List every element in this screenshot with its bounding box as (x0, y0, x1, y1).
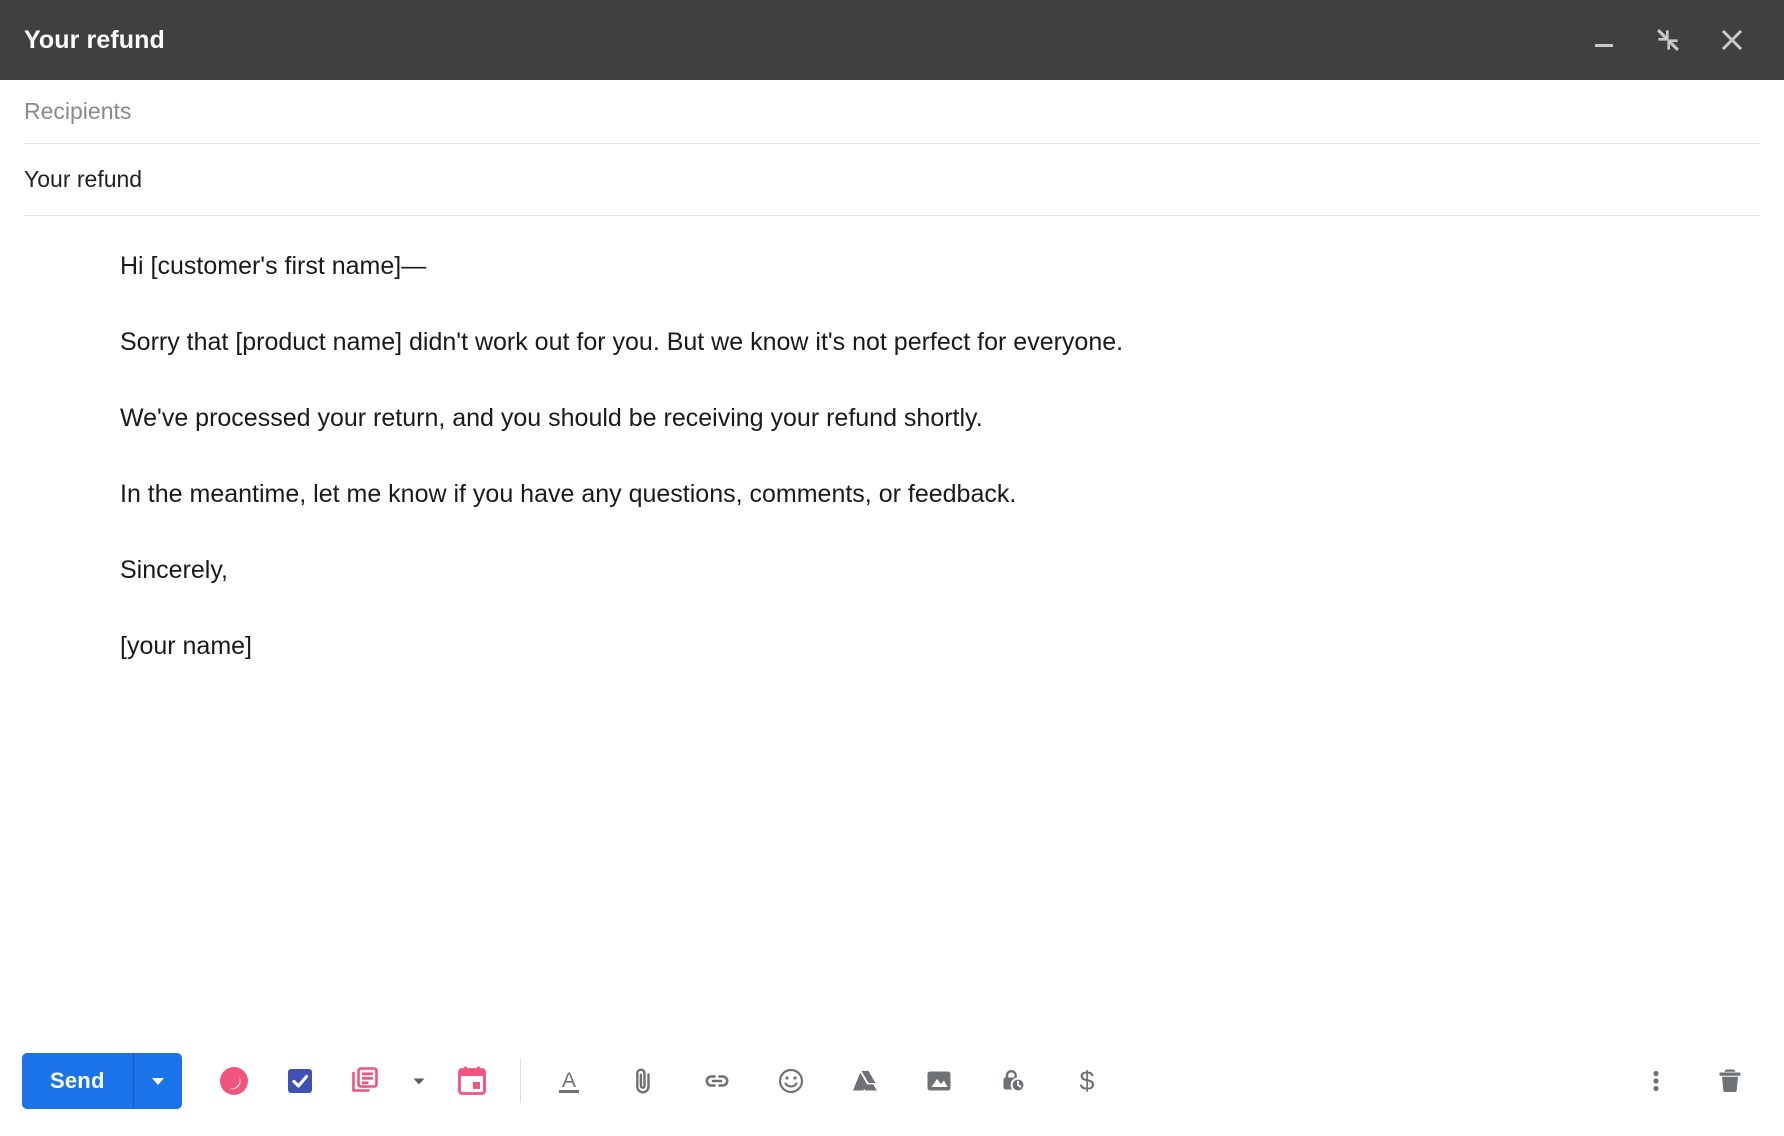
templates-button[interactable] (344, 1059, 388, 1103)
svg-text:$: $ (1079, 1066, 1094, 1096)
chevron-down-icon (413, 1078, 425, 1085)
discard-draft-button[interactable] (1708, 1059, 1752, 1103)
exit-full-screen-button[interactable] (1646, 18, 1690, 62)
meetings-calendar-icon (457, 1066, 486, 1095)
compose-title-bar[interactable]: Your refund (0, 0, 1784, 80)
attach-file-icon (635, 1068, 650, 1094)
send-button[interactable]: Send (22, 1053, 133, 1109)
create-task-button[interactable] (278, 1059, 322, 1103)
send-button-label: Send (50, 1068, 105, 1093)
send-options-button[interactable] (134, 1053, 182, 1109)
compose-toolbar: Send A $ (0, 1026, 1784, 1136)
insert-drive-button[interactable] (843, 1059, 887, 1103)
formatting-options-button[interactable]: A (547, 1059, 591, 1103)
attach-file-button[interactable] (621, 1059, 665, 1103)
compose-window: Your refund Recipients Your refund Hi [c… (0, 0, 1784, 1136)
more-options-icon (1653, 1070, 1659, 1092)
templates-options-button[interactable] (410, 1059, 428, 1103)
meetings-button[interactable] (450, 1059, 494, 1103)
insert-money-icon: $ (1079, 1066, 1094, 1096)
body-paragraph: Sincerely, (120, 556, 228, 584)
chevron-down-icon (151, 1078, 164, 1085)
body-paragraph: Hi [customer's first name]— (120, 252, 427, 280)
recipients-input[interactable] (24, 98, 1760, 126)
subject-field-row[interactable] (0, 144, 1784, 216)
recipients-field-row[interactable] (0, 80, 1784, 144)
window-controls (1582, 18, 1766, 62)
compose-title: Your refund (24, 25, 165, 54)
insert-photo-button[interactable] (917, 1059, 961, 1103)
body-paragraph: [your name] (120, 632, 253, 660)
message-body[interactable]: Hi [customer's first name]— Sorry that [… (0, 216, 1784, 1026)
svg-text:A: A (562, 1069, 576, 1092)
toolbar-divider (519, 1059, 521, 1103)
hubspot-sprocket-icon (219, 1067, 248, 1095)
format-tools-group: A $ (547, 1059, 1109, 1103)
confidential-mode-button[interactable] (991, 1059, 1035, 1103)
insert-emoji-button[interactable] (769, 1059, 813, 1103)
insert-emoji-icon (778, 1068, 803, 1094)
body-paragraph: We've processed your return, and you sho… (120, 404, 983, 432)
close-button[interactable] (1710, 18, 1754, 62)
insert-money-button[interactable]: $ (1065, 1059, 1109, 1103)
templates-icon (351, 1067, 378, 1092)
minimize-button[interactable] (1582, 18, 1626, 62)
task-checkbox-icon (287, 1069, 312, 1093)
minimize-icon (1595, 44, 1613, 47)
subject-input[interactable] (24, 166, 1760, 194)
insert-link-icon (705, 1075, 729, 1087)
discard-draft-icon (1719, 1069, 1741, 1092)
insert-drive-icon (852, 1071, 877, 1091)
close-icon (1721, 29, 1743, 51)
formatting-options-icon: A (558, 1069, 579, 1093)
confidential-mode-icon (1003, 1070, 1025, 1093)
more-options-button[interactable] (1634, 1059, 1678, 1103)
hubspot-button[interactable] (212, 1059, 256, 1103)
insert-link-button[interactable] (695, 1059, 739, 1103)
brand-tools-group (212, 1059, 494, 1103)
insert-photo-icon (927, 1071, 951, 1091)
exit-full-screen-icon (1657, 29, 1679, 51)
body-paragraph: Sorry that [product name] didn't work ou… (120, 328, 1124, 356)
toolbar-right-group (1634, 1059, 1762, 1103)
body-paragraph: In the meantime, let me know if you have… (120, 480, 1017, 508)
send-button-group[interactable]: Send (22, 1053, 182, 1109)
